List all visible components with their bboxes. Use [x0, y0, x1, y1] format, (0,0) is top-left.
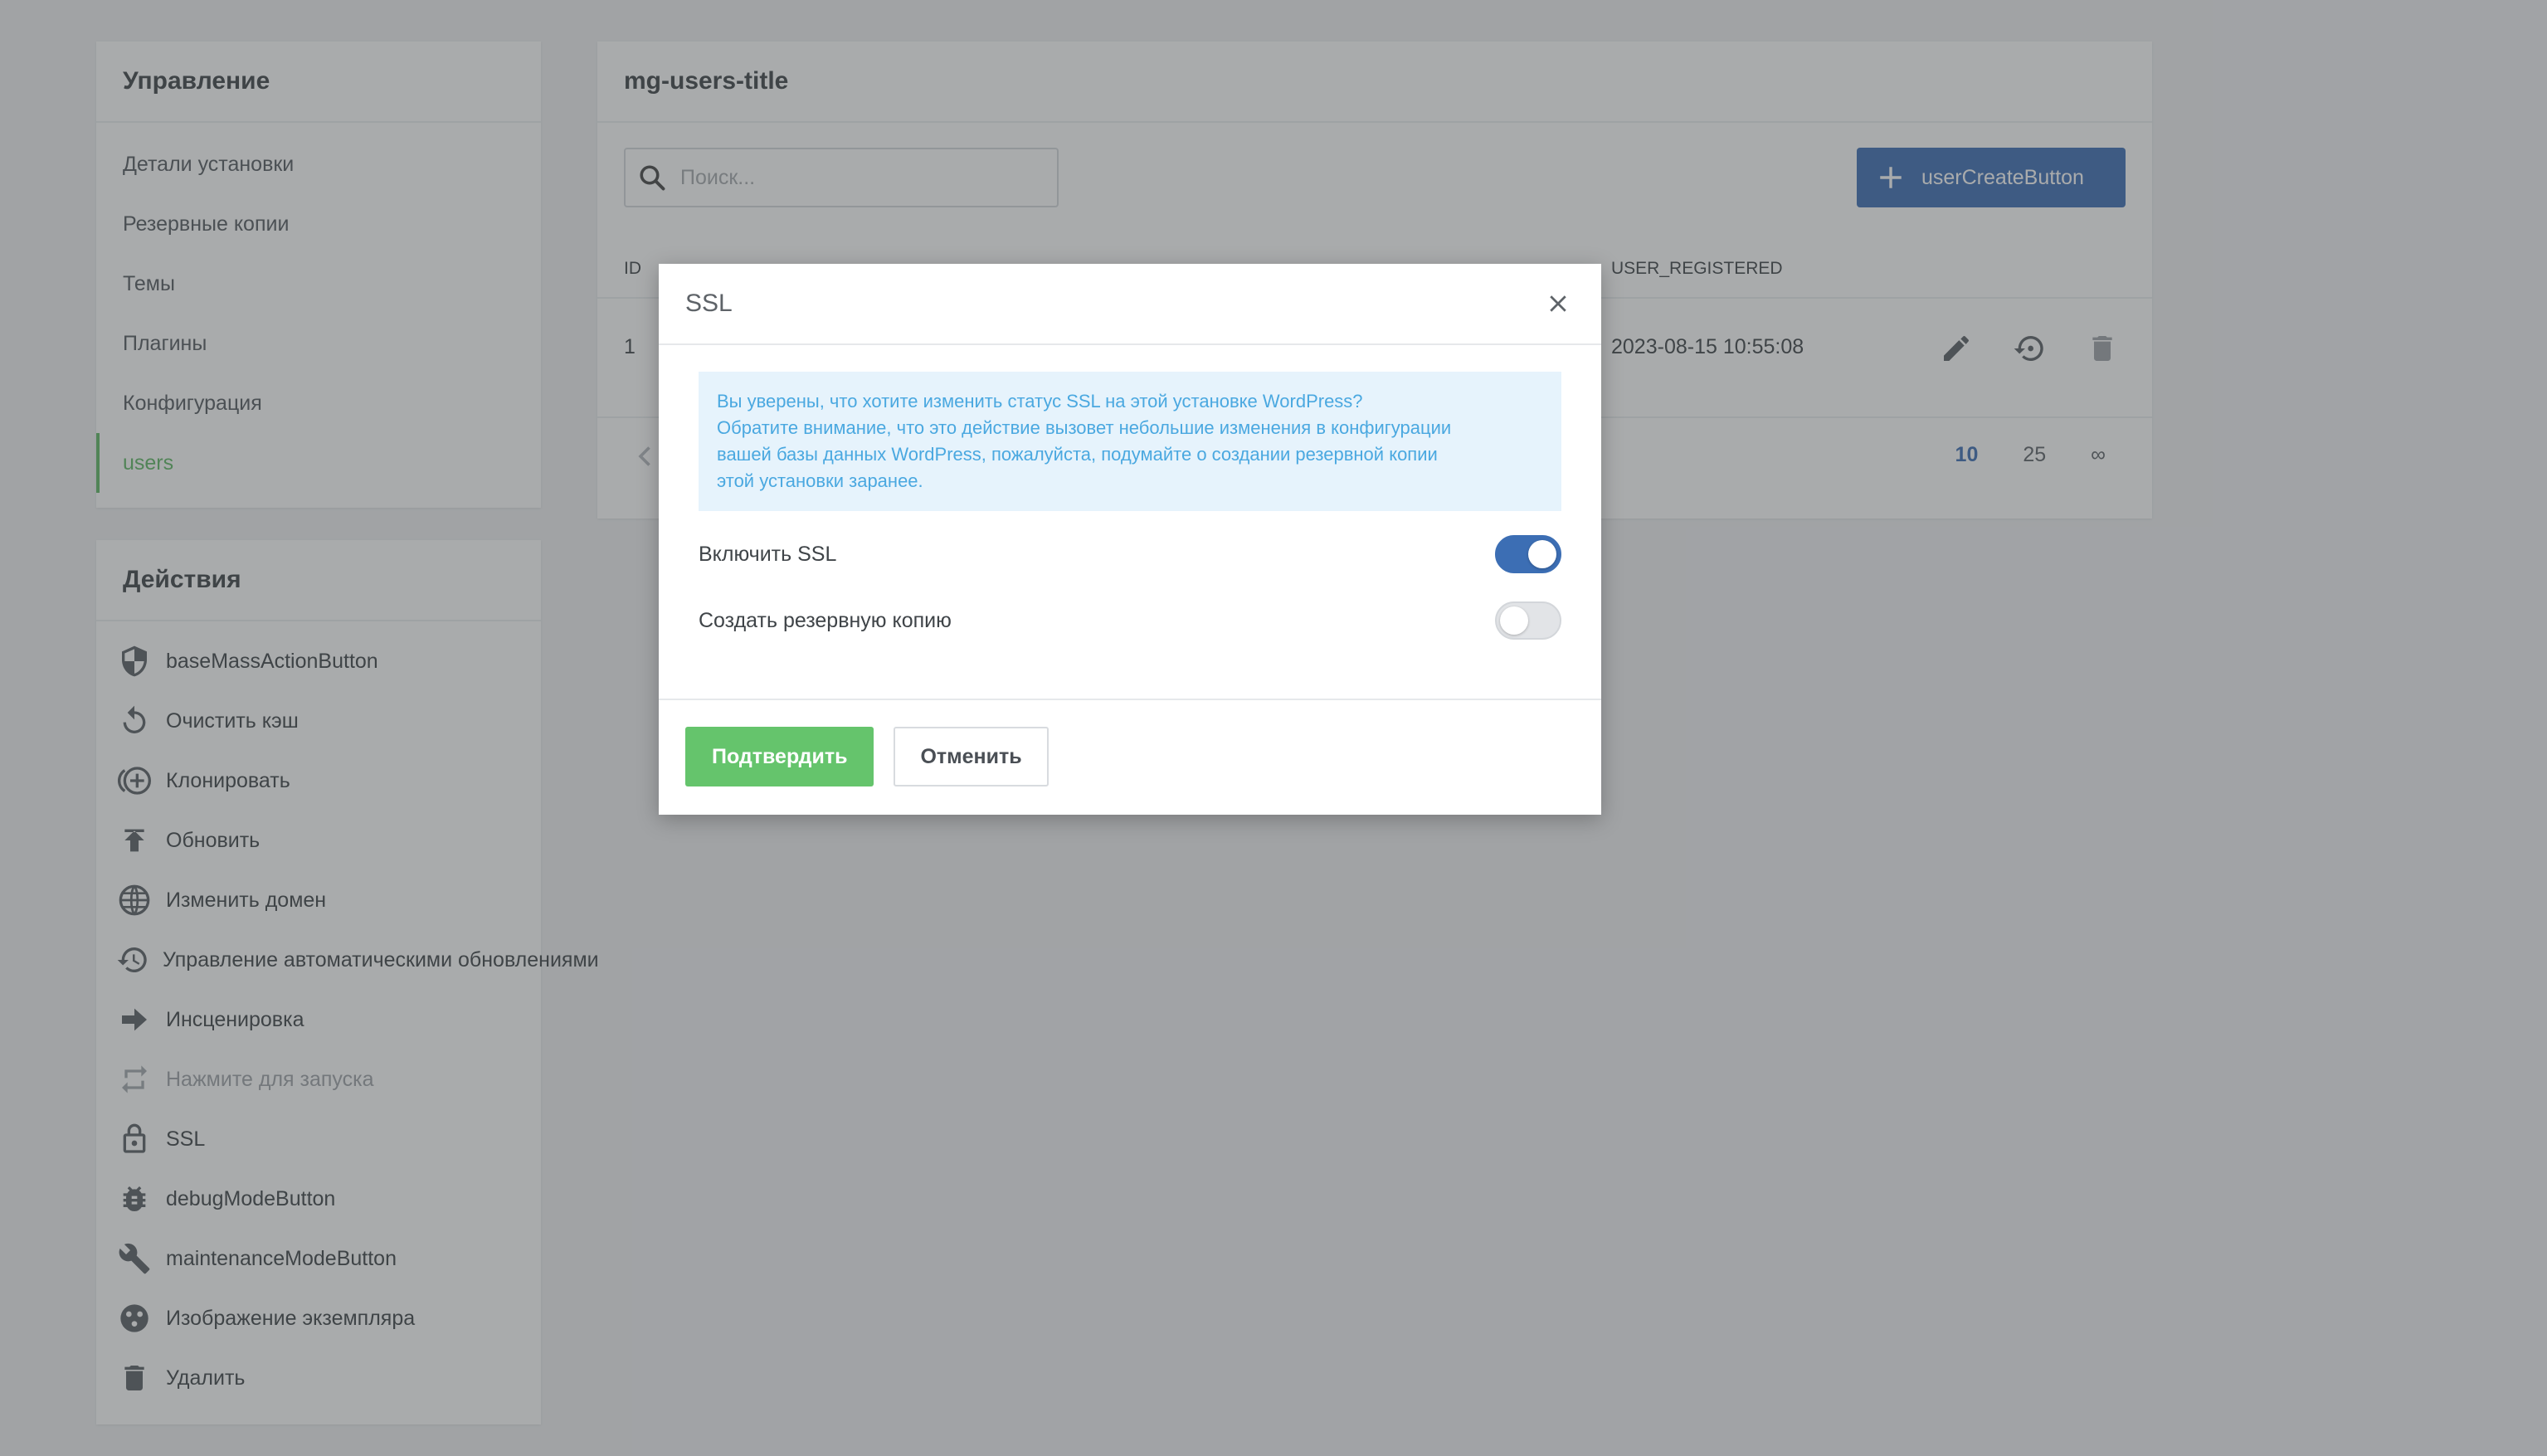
close-icon[interactable] — [1541, 287, 1575, 320]
toggle-knob — [1500, 606, 1528, 635]
alert-line: этой установки заранее. — [717, 470, 923, 491]
toggle-knob — [1528, 540, 1556, 568]
create-backup-label: Создать резервную копию — [699, 608, 952, 632]
enable-ssl-row: Включить SSL — [699, 521, 1561, 587]
alert-line: Вы уверены, что хотите изменить статус S… — [717, 391, 1363, 411]
confirm-button[interactable]: Подтвердить — [685, 727, 874, 786]
create-backup-row: Создать резервную копию — [699, 587, 1561, 654]
ssl-modal: SSL Вы уверены, что хотите изменить стат… — [659, 264, 1601, 815]
modal-footer: Подтвердить Отменить — [659, 700, 1601, 813]
alert-line: вашей базы данных WordPress, пожалуйста,… — [717, 444, 1438, 465]
cancel-button[interactable]: Отменить — [894, 727, 1049, 786]
alert-line: Обратите внимание, что это действие вызо… — [717, 417, 1452, 438]
ssl-warning-alert: Вы уверены, что хотите изменить статус S… — [699, 372, 1561, 511]
enable-ssl-label: Включить SSL — [699, 542, 837, 566]
modal-title: SSL — [685, 290, 733, 317]
modal-header: SSL — [659, 264, 1601, 345]
page: Управление Детали установки Резервные ко… — [0, 0, 2547, 1456]
create-backup-toggle[interactable] — [1495, 601, 1561, 640]
enable-ssl-toggle[interactable] — [1495, 535, 1561, 573]
modal-body: Вы уверены, что хотите изменить статус S… — [659, 345, 1601, 700]
